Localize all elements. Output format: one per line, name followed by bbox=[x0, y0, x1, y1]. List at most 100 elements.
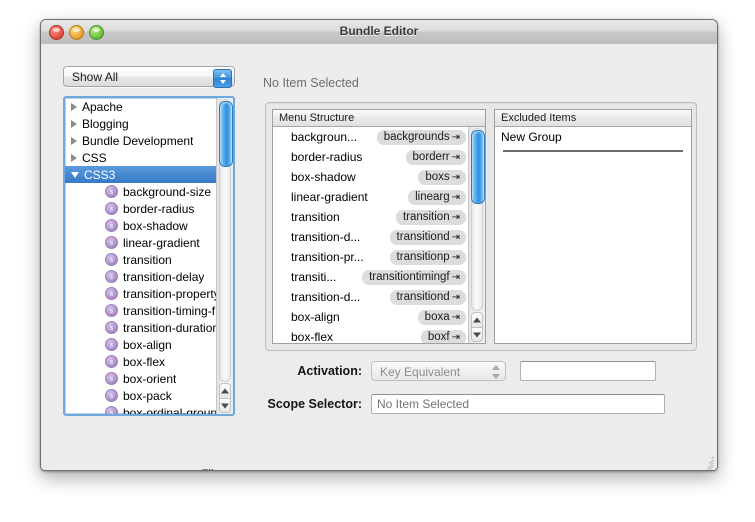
tree-item-css[interactable]: CSS bbox=[65, 149, 217, 166]
excluded-items-body: New Group bbox=[495, 127, 691, 343]
menu-row-trigger: transition bbox=[402, 210, 450, 223]
tree-item-apache[interactable]: Apache bbox=[65, 98, 217, 115]
menu-row[interactable]: linear-gradient linearg ⇥ bbox=[273, 187, 470, 207]
scroll-up-arrow-icon[interactable] bbox=[219, 383, 231, 398]
snippet-icon: s bbox=[105, 355, 118, 368]
tree-item-transition-duration[interactable]: s transition-duration bbox=[65, 319, 217, 336]
excluded-items-header: Excluded Items bbox=[495, 110, 691, 127]
tree-item-label: box-align bbox=[123, 337, 172, 352]
tab-trigger-icon: ⇥ bbox=[451, 151, 460, 163]
menu-row-trigger: transitiontimingf bbox=[369, 270, 450, 283]
scroll-down-arrow-icon[interactable] bbox=[219, 398, 231, 413]
tree-item-bundle-development[interactable]: Bundle Development bbox=[65, 132, 217, 149]
tree-item-label: CSS3 bbox=[84, 167, 116, 182]
tab-trigger-icon: ⇥ bbox=[451, 171, 460, 183]
tree-item-transition-timing-function[interactable]: s transition-timing-f. bbox=[65, 302, 217, 319]
snippet-icon: s bbox=[105, 236, 118, 249]
menu-scrollbar-arrows[interactable] bbox=[471, 312, 483, 342]
tree-item-box-flex[interactable]: s box-flex bbox=[65, 353, 217, 370]
tree-item-label: box-flex bbox=[123, 354, 166, 369]
tree-item-transition-property[interactable]: s transition-property bbox=[65, 285, 217, 302]
menu-row-trigger-badge: transitionp ⇥ bbox=[389, 249, 466, 265]
menu-structure-body: backgroun... backgrounds ⇥ border-radius … bbox=[273, 127, 485, 343]
menu-row-name: box-align bbox=[291, 310, 340, 324]
menu-scrollbar-thumb[interactable] bbox=[471, 130, 485, 204]
menu-row-name: linear-gradient bbox=[291, 190, 368, 204]
tree-item-label: transition bbox=[123, 252, 172, 267]
menu-row[interactable]: border-radius borderr ⇥ bbox=[273, 147, 470, 167]
disclosure-triangle-icon[interactable] bbox=[71, 171, 79, 178]
menu-row[interactable]: transition-pr... transitionp ⇥ bbox=[273, 247, 470, 267]
activation-popup-button[interactable]: Key Equivalent bbox=[371, 360, 506, 381]
scroll-up-arrow-icon[interactable] bbox=[471, 312, 483, 327]
tree-item-background-size[interactable]: s background-size bbox=[65, 183, 217, 200]
excluded-item-row[interactable]: New Group bbox=[495, 127, 691, 146]
tree-item-blogging[interactable]: Blogging bbox=[65, 115, 217, 132]
tree-scrollbar[interactable] bbox=[216, 98, 233, 414]
stepper-updown-icon[interactable] bbox=[213, 68, 232, 88]
tree-item-label: linear-gradient bbox=[123, 235, 200, 250]
window-body: Show All Apache Blogging Bundle Developm… bbox=[41, 44, 717, 470]
menu-row[interactable]: box-shadow boxs ⇥ bbox=[273, 167, 470, 187]
menu-row-trigger-badge: transition ⇥ bbox=[395, 209, 466, 225]
snippet-icon: s bbox=[105, 287, 118, 300]
menu-row[interactable]: transition-d... transitiond ⇥ bbox=[273, 227, 470, 247]
tab-trigger-icon: ⇥ bbox=[451, 231, 460, 243]
menu-row[interactable]: transition-d... transitiond ⇥ bbox=[273, 287, 470, 307]
tree-item-box-align[interactable]: s box-align bbox=[65, 336, 217, 353]
tree-item-box-shadow[interactable]: s box-shadow bbox=[65, 217, 217, 234]
tree-item-box-pack[interactable]: s box-pack bbox=[65, 387, 217, 404]
menu-row-trigger: borderr bbox=[412, 150, 450, 163]
menu-structure-scrollbar[interactable] bbox=[468, 127, 485, 343]
activation-popup-value: Key Equivalent bbox=[380, 364, 461, 379]
filter-popup-button[interactable]: Show All bbox=[63, 66, 235, 88]
activation-label: Activation: bbox=[297, 363, 362, 378]
menu-row-name: border-radius bbox=[291, 150, 363, 164]
tree-item-label: Apache bbox=[82, 99, 123, 114]
menu-row-trigger: transitiond bbox=[396, 290, 450, 303]
tab-trigger-icon: ⇥ bbox=[451, 331, 460, 343]
menu-row-name: backgroun... bbox=[291, 130, 358, 144]
item-settings-form: Activation: Key Equivalent Scope Selecto… bbox=[265, 360, 695, 426]
tree-item-transition[interactable]: s transition bbox=[65, 251, 217, 268]
tree-item-label: CSS bbox=[82, 150, 107, 165]
key-equivalent-input[interactable] bbox=[520, 360, 656, 381]
menu-row[interactable]: backgroun... backgrounds ⇥ bbox=[273, 127, 470, 147]
scope-selector-input[interactable] bbox=[371, 393, 665, 414]
tree-item-box-orient[interactable]: s box-orient bbox=[65, 370, 217, 387]
disclosure-triangle-icon[interactable] bbox=[71, 102, 77, 111]
disclosure-triangle-icon[interactable] bbox=[71, 153, 77, 162]
resize-grip[interactable] bbox=[701, 454, 714, 470]
add-remove-segmented-control[interactable]: + − bbox=[85, 470, 147, 471]
tree-item-box-ordinal-group[interactable]: s box-ordinal-group bbox=[65, 404, 217, 414]
menu-row[interactable]: transition transition ⇥ bbox=[273, 207, 470, 227]
snippet-icon: s bbox=[105, 321, 118, 334]
menu-row-trigger-badge: boxs ⇥ bbox=[418, 169, 466, 185]
menu-row[interactable]: box-align boxa ⇥ bbox=[273, 307, 470, 327]
tree-item-css3[interactable]: CSS3 bbox=[65, 166, 217, 183]
tree-item-border-radius[interactable]: s border-radius bbox=[65, 200, 217, 217]
menu-row[interactable]: box-flex boxf ⇥ bbox=[273, 327, 470, 343]
bundle-tree[interactable]: Apache Blogging Bundle Development CSS C… bbox=[63, 96, 235, 416]
window-titlebar[interactable]: Bundle Editor bbox=[41, 20, 717, 45]
stepper-updown-icon bbox=[492, 364, 500, 379]
tree-item-transition-delay[interactable]: s transition-delay bbox=[65, 268, 217, 285]
excluded-items-pane[interactable]: Excluded Items New Group bbox=[494, 109, 692, 344]
tree-item-linear-gradient[interactable]: s linear-gradient bbox=[65, 234, 217, 251]
menu-structure-pane[interactable]: Menu Structure backgroun... backgrounds ⇥… bbox=[272, 109, 486, 344]
tree-item-label: transition-timing-f. bbox=[123, 303, 217, 318]
tree-item-label: box-pack bbox=[123, 388, 172, 403]
snippet-icon: s bbox=[105, 406, 118, 414]
menu-row[interactable]: transiti... transitiontimingf ⇥ bbox=[273, 267, 470, 287]
menu-row-trigger-badge: transitiond ⇥ bbox=[389, 229, 466, 245]
menu-row-name: transition-d... bbox=[291, 230, 361, 244]
menu-row-name: transition-d... bbox=[291, 290, 361, 304]
scroll-down-arrow-icon[interactable] bbox=[471, 327, 483, 342]
tree-scrollbar-thumb[interactable] bbox=[219, 101, 233, 167]
tree-scrollbar-arrows[interactable] bbox=[219, 383, 231, 413]
disclosure-triangle-icon[interactable] bbox=[71, 119, 77, 128]
tree-item-label: background-size bbox=[123, 184, 212, 199]
menu-row-trigger-badge: transitiontimingf ⇥ bbox=[362, 269, 466, 285]
disclosure-triangle-icon[interactable] bbox=[71, 136, 77, 145]
menu-row-trigger-badge: backgrounds ⇥ bbox=[376, 129, 466, 145]
